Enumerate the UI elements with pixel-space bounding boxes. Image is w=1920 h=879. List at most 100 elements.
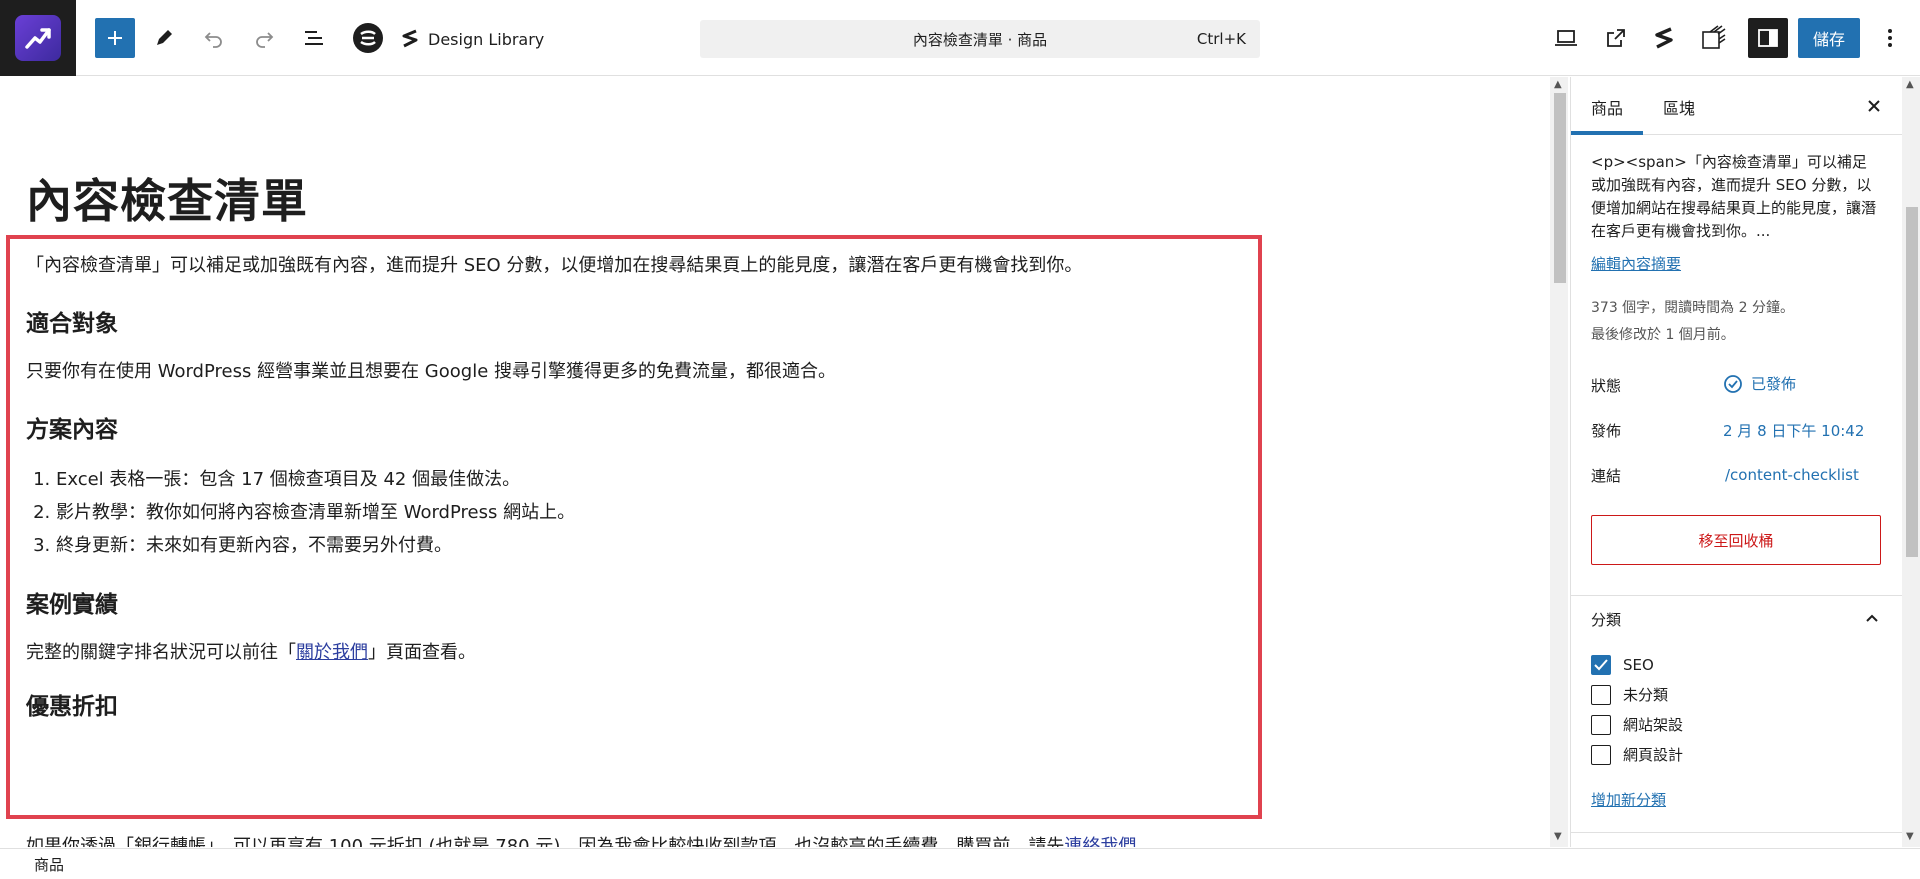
- plugin-s-button[interactable]: [350, 20, 386, 56]
- undo-button[interactable]: [196, 20, 232, 56]
- category-label: 網站架設: [1623, 716, 1684, 734]
- last-modified: 最後修改於 1 個月前。: [1591, 327, 1735, 343]
- link-label: 連結: [1591, 467, 1622, 485]
- heading-audience[interactable]: 適合對象: [26, 309, 1246, 339]
- command-bar-title: 內容檢查清單 · 商品: [912, 30, 1048, 49]
- about-us-link[interactable]: 關於我們: [296, 642, 368, 663]
- category-web-design[interactable]: 網頁設計: [1591, 744, 1683, 765]
- site-logo-button[interactable]: [0, 0, 76, 76]
- category-uncategorized[interactable]: 未分類: [1591, 684, 1668, 705]
- chevron-up-icon: [1866, 614, 1878, 622]
- post-title[interactable]: 內容檢查清單: [26, 165, 308, 231]
- list-item[interactable]: Excel 表格一張：包含 17 個檢查項目及 42 個最佳做法。: [56, 463, 1246, 496]
- category-label: 未分類: [1623, 686, 1669, 704]
- sidebar-scroll-thumb[interactable]: [1906, 207, 1918, 557]
- list-item[interactable]: 影片教學：教你如何將內容檢查清單新增至 WordPress 網站上。: [56, 496, 1246, 529]
- categories-collapse-button[interactable]: [1859, 605, 1885, 631]
- cases-paragraph[interactable]: 完整的關鍵字排名狀況可以前往「關於我們」頁面查看。: [26, 638, 1246, 668]
- sidebar-scrollbar[interactable]: ▲ ▼: [1902, 77, 1920, 847]
- command-palette-bar[interactable]: 內容檢查清單 · 商品 Ctrl+K: [700, 20, 1260, 58]
- publish-date-button[interactable]: 2 月 8 日下午 10:42: [1723, 420, 1864, 441]
- category-seo[interactable]: SEO: [1591, 655, 1654, 675]
- hatched-pattern-icon: [1702, 25, 1726, 49]
- design-library-label: Design Library: [428, 29, 545, 49]
- scroll-down-arrow-icon[interactable]: ▼: [1554, 831, 1562, 842]
- sidebar-tabs: 商品 區塊: [1571, 77, 1902, 135]
- edit-excerpt-link[interactable]: 編輯內容摘要: [1591, 253, 1681, 274]
- block-breadcrumb-bar: 商品: [0, 848, 1920, 879]
- preview-button[interactable]: [1548, 20, 1584, 56]
- category-checkbox[interactable]: [1591, 684, 1611, 705]
- post-meta-info: 373 個字，閱讀時間為 2 分鐘。 最後修改於 1 個月前。: [1591, 295, 1794, 349]
- status-label: 狀態: [1591, 377, 1622, 395]
- category-site-building[interactable]: 網站架設: [1591, 714, 1683, 735]
- plus-icon: [108, 31, 122, 45]
- tab-block[interactable]: 區塊: [1663, 95, 1695, 119]
- close-sidebar-button[interactable]: [1861, 93, 1887, 119]
- discount-paragraph[interactable]: 如果你透過「銀行轉帳」，可以再享有 100 元折扣 (也就是 780 元)，因為…: [26, 832, 1154, 847]
- redo-button[interactable]: [246, 20, 282, 56]
- category-checkbox[interactable]: [1591, 744, 1611, 765]
- active-tab-indicator: [1571, 131, 1643, 135]
- document-overview-button[interactable]: [296, 20, 332, 56]
- contact-us-link[interactable]: 連絡我們: [1064, 836, 1136, 847]
- design-library-button[interactable]: Design Library: [400, 26, 544, 52]
- close-icon: [1868, 100, 1880, 112]
- settings-sidebar-toggle[interactable]: [1748, 18, 1788, 58]
- more-options-button[interactable]: [1872, 20, 1908, 56]
- plan-list[interactable]: Excel 表格一張：包含 17 個檢查項目及 42 個最佳做法。 影片教學：教…: [56, 463, 1246, 562]
- section-divider: [1571, 595, 1902, 596]
- undo-icon: [204, 32, 222, 48]
- checkmark-icon: [1594, 659, 1608, 671]
- status-value-button[interactable]: 已發佈: [1723, 373, 1796, 394]
- pencil-icon: [157, 30, 172, 45]
- categories-panel-title[interactable]: 分類: [1591, 609, 1621, 630]
- word-count: 373 個字，閱讀時間為 2 分鐘。: [1591, 300, 1794, 316]
- tools-button[interactable]: [146, 20, 182, 56]
- audience-paragraph[interactable]: 只要你有在使用 WordPress 經營事業並且想要在 Google 搜尋引擎獲…: [26, 357, 1246, 387]
- plugin-circle-s-icon: [353, 23, 383, 53]
- category-checkbox[interactable]: [1591, 714, 1611, 735]
- discount-text: 如果你透過「銀行轉帳」，可以再享有 100 元折扣 (也就是 780 元)，因為…: [26, 836, 1065, 847]
- intro-paragraph[interactable]: 「內容檢查清單」可以補足或加強既有內容，進而提升 SEO 分數，以便增加在搜尋結…: [26, 251, 1246, 281]
- scroll-up-arrow-icon[interactable]: ▲: [1554, 79, 1562, 90]
- category-label: 網頁設計: [1623, 746, 1684, 764]
- canvas-scrollbar[interactable]: ▲ ▼: [1550, 77, 1568, 847]
- editor-canvas: 內容檢查清單 「內容檢查清單」可以補足或加強既有內容，進而提升 SEO 分數，以…: [0, 77, 1550, 847]
- stackable-icon: [1655, 27, 1673, 49]
- post-content[interactable]: 「內容檢查清單」可以補足或加強既有內容，進而提升 SEO 分數，以便增加在搜尋結…: [26, 251, 1246, 740]
- styles-plugin-button[interactable]: [1696, 20, 1732, 56]
- published-check-icon: [1724, 374, 1742, 393]
- cases-text-before: 完整的關鍵字排名狀況可以前往「: [26, 642, 296, 663]
- canvas-scroll-thumb[interactable]: [1554, 93, 1566, 283]
- scroll-down-arrow-icon[interactable]: ▼: [1906, 831, 1914, 842]
- stackable-settings-button[interactable]: [1646, 20, 1682, 56]
- add-new-category-link[interactable]: 增加新分類: [1591, 789, 1666, 810]
- list-item[interactable]: 終身更新：未來如有更新內容，不需要另外付費。: [56, 529, 1246, 562]
- external-link-icon: [1607, 29, 1625, 47]
- settings-sidebar: 商品 區塊 <p><span>「內容檢查清單」可以補足或加強既有內容，進而提升 …: [1570, 77, 1902, 847]
- scroll-up-arrow-icon[interactable]: ▲: [1906, 79, 1914, 90]
- section-divider: [1571, 832, 1902, 833]
- category-checkbox[interactable]: [1591, 655, 1611, 675]
- vertical-dots-icon: [1888, 29, 1892, 47]
- view-post-button[interactable]: [1598, 20, 1634, 56]
- move-to-trash-button[interactable]: 移至回收桶: [1591, 515, 1881, 565]
- save-button[interactable]: 儲存: [1798, 18, 1860, 58]
- sidebar-icon: [1758, 29, 1778, 47]
- cases-text-after: 」頁面查看。: [368, 642, 476, 663]
- heading-plan[interactable]: 方案內容: [26, 415, 1246, 445]
- discount-end: 。: [1136, 836, 1155, 847]
- permalink-button[interactable]: /content-checklist: [1725, 466, 1859, 484]
- redo-icon: [256, 32, 274, 48]
- command-shortcut: Ctrl+K: [1196, 30, 1246, 48]
- stackable-icon: [402, 29, 418, 48]
- tab-product[interactable]: 商品: [1591, 95, 1623, 119]
- status-value: 已發佈: [1751, 375, 1797, 393]
- add-block-button[interactable]: [95, 18, 135, 58]
- excerpt-preview: <p><span>「內容檢查清單」可以補足或加強既有內容，進而提升 SEO 分數…: [1591, 153, 1877, 240]
- heading-discount[interactable]: 優惠折扣: [26, 692, 1246, 722]
- laptop-icon: [1555, 30, 1577, 46]
- breadcrumb-item[interactable]: 商品: [34, 854, 64, 875]
- heading-cases[interactable]: 案例實績: [26, 590, 1246, 620]
